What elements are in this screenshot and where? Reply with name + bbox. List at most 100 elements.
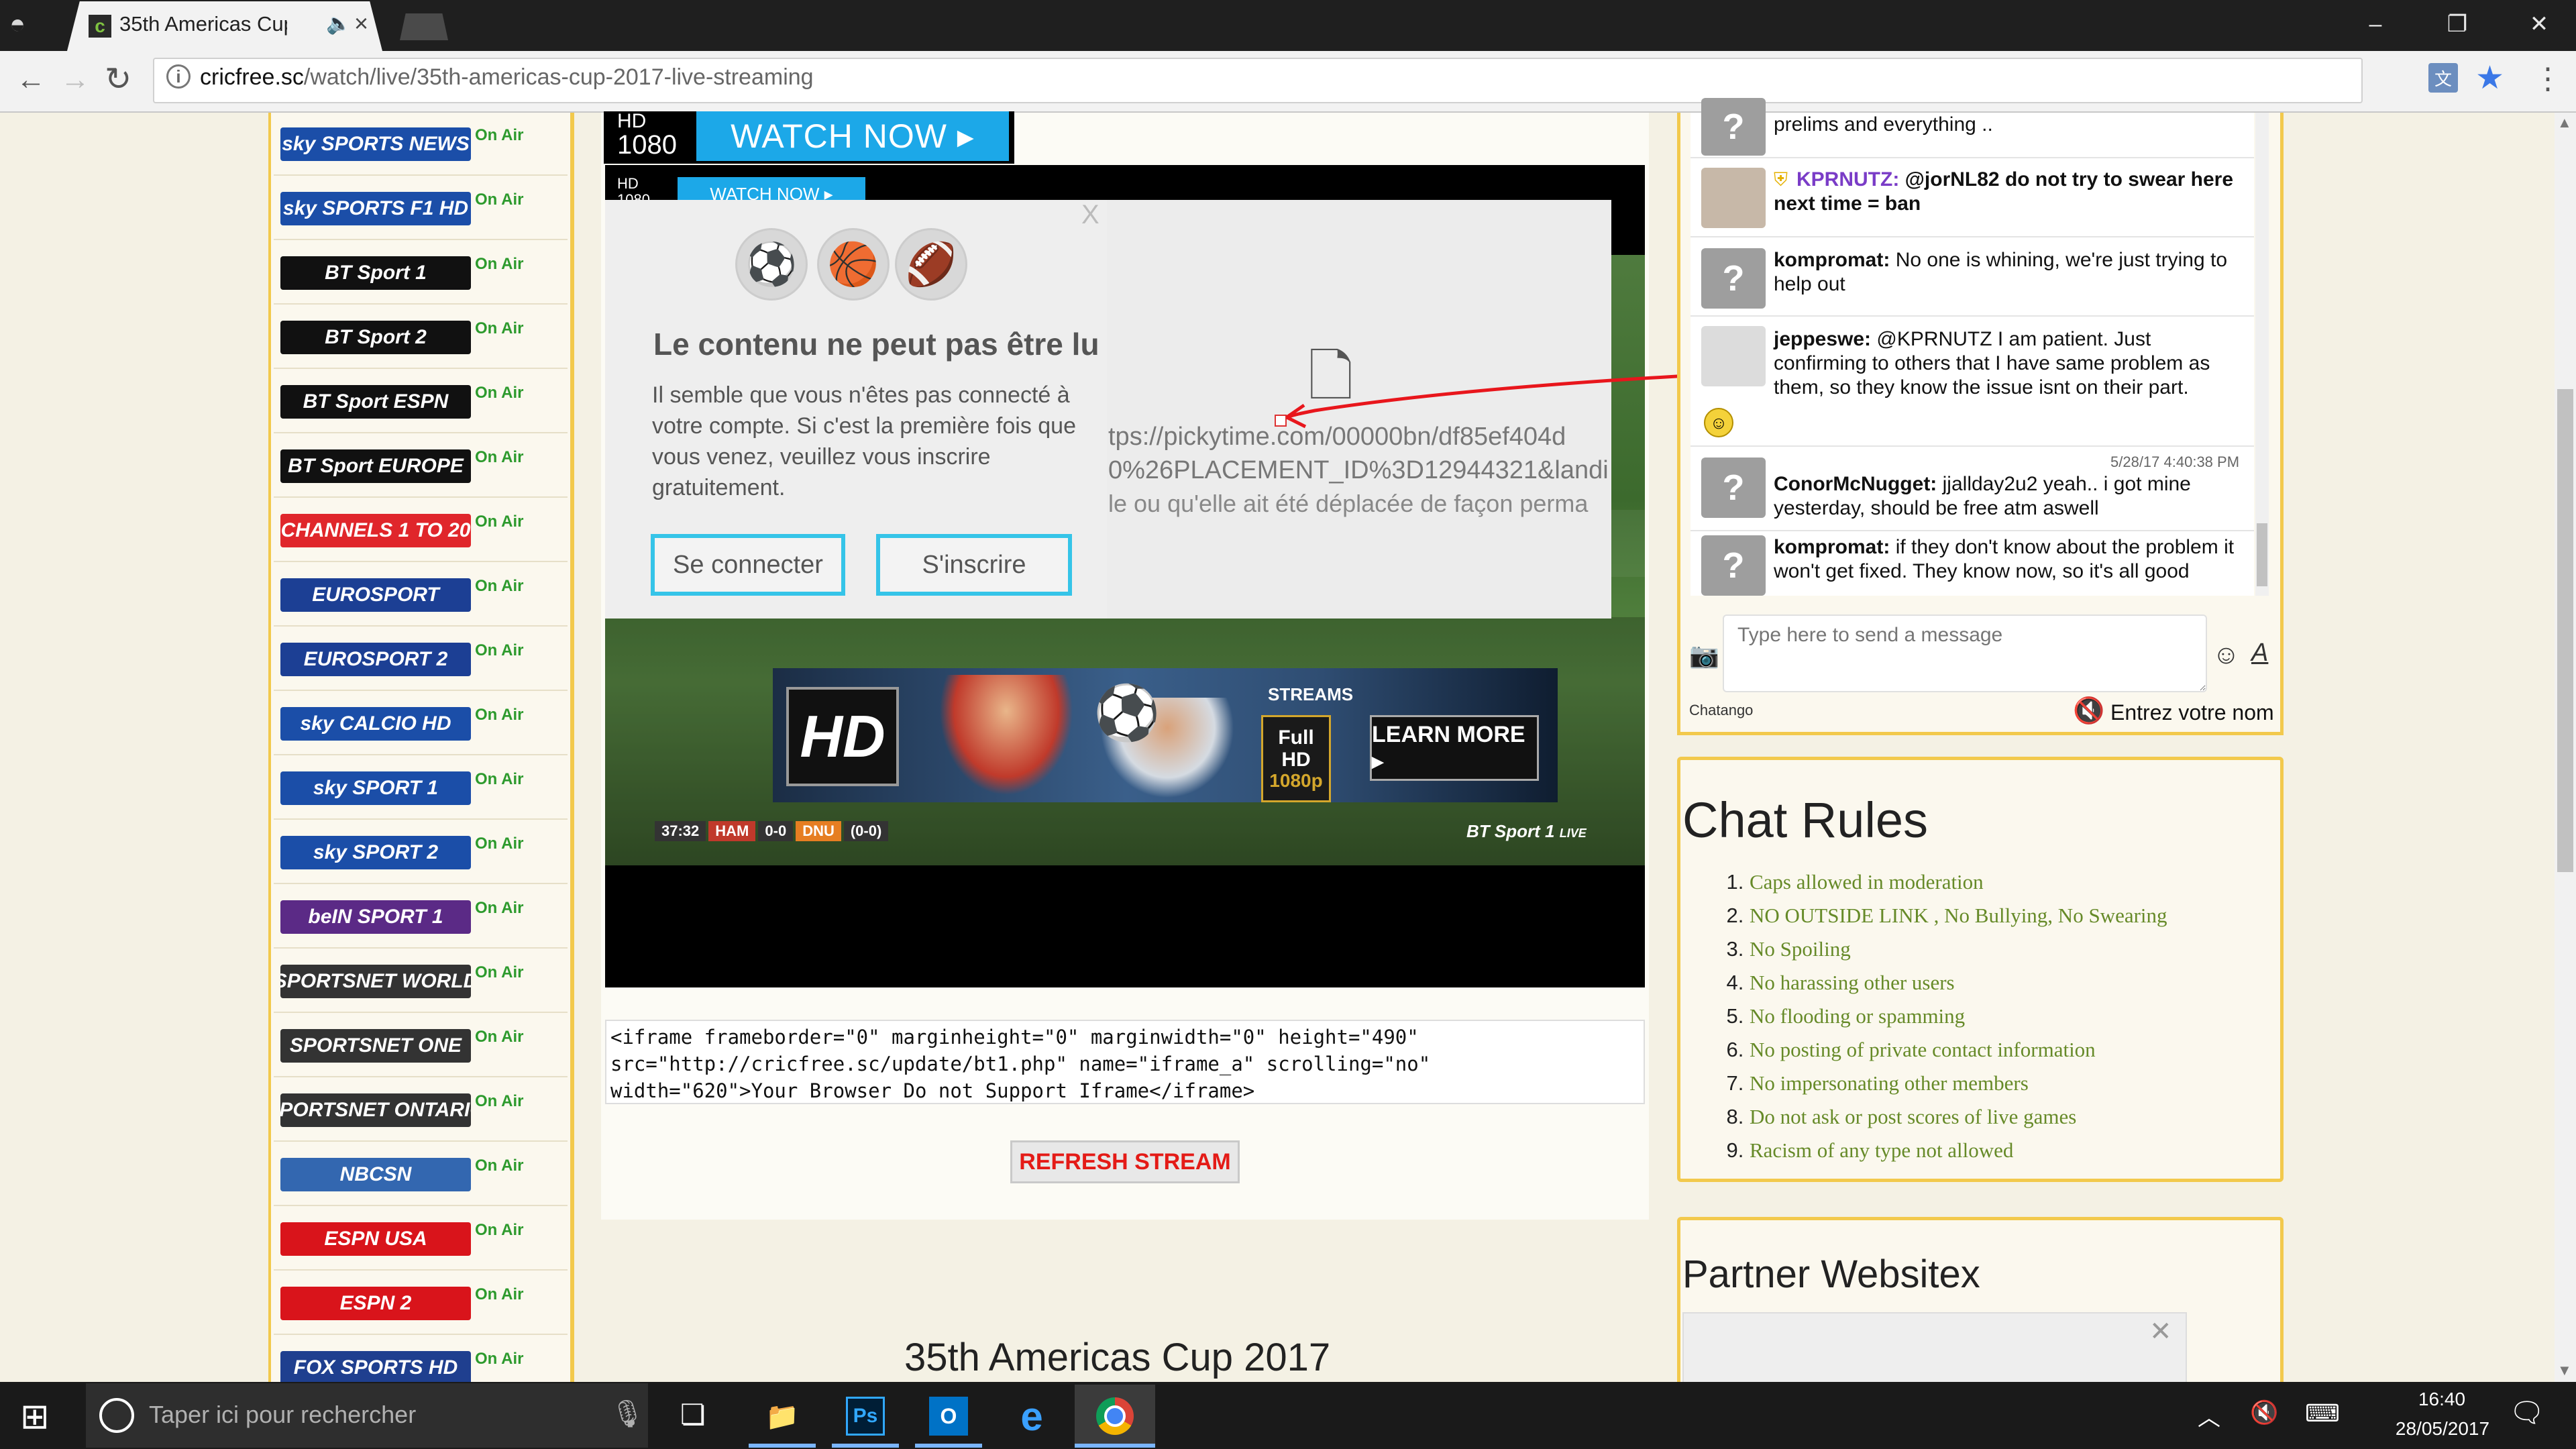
tab-close-icon[interactable]: × bbox=[354, 9, 368, 38]
taskbar-search-placeholder[interactable]: Taper ici pour rechercher bbox=[149, 1401, 416, 1429]
channel-logo[interactable]: EUROSPORT bbox=[280, 578, 471, 612]
file-explorer-icon[interactable]: 📁 bbox=[742, 1385, 822, 1448]
chat-message-input[interactable] bbox=[1723, 614, 2207, 692]
channel-status: On Air bbox=[475, 706, 524, 724]
channel-logo[interactable]: beIN SPORT 1 bbox=[280, 900, 471, 934]
hd-resolution: 1080 bbox=[617, 130, 677, 160]
smiley-emoji-icon: ☺ bbox=[1704, 408, 1733, 437]
outlook-app[interactable]: O bbox=[908, 1385, 989, 1448]
window-minimize-button[interactable]: – bbox=[2345, 4, 2406, 44]
score-bug: 37:32 HAM 0-0 DNU (0-0) bbox=[655, 821, 891, 841]
chat-scrollbar-thumb[interactable] bbox=[2257, 523, 2267, 586]
channel-logo[interactable]: FOX SPORTS HD bbox=[280, 1351, 471, 1385]
enter-name-link[interactable]: Entrez votre nom bbox=[2110, 700, 2274, 725]
user-avatar-photo[interactable] bbox=[1701, 168, 1766, 228]
windows-start-icon[interactable]: ⊞ bbox=[20, 1397, 50, 1437]
chat-provider-brand[interactable]: Chatango bbox=[1689, 702, 1753, 719]
modal-title: Le contenu ne peut pas être lu bbox=[653, 327, 1099, 362]
chat-rules-title: Chat Rules bbox=[1682, 792, 1929, 848]
channel-status: On Air bbox=[475, 577, 524, 595]
user-avatar-icon[interactable]: ? bbox=[1701, 458, 1766, 518]
scroll-down-arrow-icon[interactable]: ▼ bbox=[2557, 1362, 2572, 1379]
user-avatar-icon[interactable]: ? bbox=[1701, 248, 1766, 309]
channel-logo[interactable]: sky SPORTS F1 HD bbox=[280, 192, 471, 225]
channel-logo[interactable]: SPORTSNET ONE bbox=[280, 1029, 471, 1063]
browser-menu-icon[interactable]: ⋮ bbox=[2533, 62, 2563, 96]
microphone-icon[interactable]: 🎙 bbox=[610, 1398, 645, 1430]
chat-username[interactable]: kompromat: bbox=[1774, 536, 1890, 558]
url-text[interactable]: cricfree.sc/watch/live/35th-americas-cup… bbox=[200, 64, 814, 91]
clock-date[interactable]: 28/05/2017 bbox=[2379, 1418, 2506, 1440]
user-avatar-icon[interactable]: ? bbox=[1701, 535, 1766, 596]
channel-status: On Air bbox=[475, 1092, 524, 1110]
channel-logo[interactable]: ESPN USA bbox=[280, 1222, 471, 1256]
channel-logo[interactable]: sky SPORT 1 bbox=[280, 771, 471, 805]
window-close-button[interactable]: ✕ bbox=[2509, 4, 2569, 44]
channel-logo[interactable]: NBCSN bbox=[280, 1158, 471, 1191]
watch-now-button-large[interactable]: WATCH NOW ▸ bbox=[696, 111, 1009, 161]
channel-logo[interactable]: BT Sport 1 bbox=[280, 256, 471, 290]
broadcaster-live: LIVE bbox=[1559, 826, 1587, 840]
back-arrow-icon[interactable]: ← bbox=[16, 63, 46, 97]
basketball-icon: 🏀 bbox=[817, 228, 890, 301]
modal-close-icon[interactable]: X bbox=[1081, 200, 1099, 230]
tab-audio-icon[interactable]: 🔈 bbox=[326, 12, 351, 36]
rule-item: Racism of any type not allowed bbox=[1750, 1134, 2326, 1167]
translate-icon[interactable]: 文 bbox=[2428, 63, 2458, 93]
broken-ad-url: tps://pickytime.com/00000bn/df85ef404d bbox=[1108, 423, 1566, 451]
text-format-button[interactable]: A bbox=[2251, 639, 2268, 667]
channel-logo[interactable]: BT Sport ESPN bbox=[280, 385, 471, 419]
channel-logo[interactable]: EUROSPORT 2 bbox=[280, 643, 471, 676]
task-view-icon[interactable]: ❏ bbox=[680, 1398, 706, 1431]
window-restore-button[interactable]: ❐ bbox=[2427, 4, 2487, 44]
channel-logo[interactable]: SPORTSNET ONTARIO bbox=[280, 1093, 471, 1127]
action-center-icon[interactable]: 🗨 bbox=[2509, 1397, 2544, 1430]
site-info-icon[interactable]: i bbox=[166, 64, 191, 89]
app-active-indicator bbox=[1075, 1444, 1155, 1448]
emoji-picker-icon[interactable]: ☺ bbox=[2212, 640, 2240, 670]
edge-browser-icon[interactable]: e bbox=[991, 1385, 1072, 1448]
chat-username-moderator[interactable]: KPRNUTZ: bbox=[1796, 168, 1899, 191]
chat-username[interactable]: ConorMcNugget: bbox=[1774, 473, 1937, 495]
channel-status: On Air bbox=[475, 1028, 524, 1046]
channel-status: On Air bbox=[475, 1157, 524, 1175]
page-scrollbar-thumb[interactable] bbox=[2557, 389, 2573, 872]
camera-icon[interactable]: 📷 bbox=[1689, 641, 1719, 669]
channel-logo[interactable]: sky SPORT 2 bbox=[280, 836, 471, 869]
volume-muted-icon[interactable]: 🔇 bbox=[2250, 1399, 2278, 1426]
chat-username[interactable]: jeppeswe: bbox=[1774, 328, 1871, 350]
tab-title[interactable]: 35th Americas Cup 20 bbox=[119, 12, 287, 39]
login-button[interactable]: Se connecter bbox=[651, 534, 845, 596]
signup-button[interactable]: S'inscrire bbox=[876, 534, 1072, 596]
channel-logo[interactable]: SPORTSNET WORLD bbox=[280, 965, 471, 998]
clock-time[interactable]: 16:40 bbox=[2402, 1389, 2482, 1410]
tray-overflow-chevron-icon[interactable]: ︿ bbox=[2198, 1399, 2220, 1432]
learn-more-button[interactable]: LEARN MORE ▸ bbox=[1370, 715, 1539, 781]
chat-username[interactable]: kompromat: bbox=[1774, 249, 1890, 271]
channel-logo[interactable]: sky SPORTS NEWS bbox=[280, 127, 471, 161]
broken-ad-frame bbox=[1107, 200, 1611, 619]
hd-badge-large: HD 1080 bbox=[617, 111, 691, 160]
reload-icon[interactable]: ↻ bbox=[105, 60, 131, 98]
embed-code-text[interactable]: <iframe frameborder="0" marginheight="0"… bbox=[610, 1024, 1641, 1104]
cortana-circle-icon[interactable] bbox=[99, 1398, 134, 1433]
user-avatar-photo[interactable] bbox=[1701, 326, 1766, 386]
touch-keyboard-icon[interactable]: ⌨ bbox=[2305, 1399, 2340, 1428]
bookmark-star-icon[interactable]: ★ bbox=[2475, 59, 2504, 97]
outlook-icon: O bbox=[929, 1397, 968, 1436]
forward-arrow-icon[interactable]: → bbox=[60, 63, 90, 97]
photoshop-app[interactable]: Ps bbox=[825, 1385, 906, 1448]
new-tab-button[interactable] bbox=[400, 13, 448, 40]
channel-logo[interactable]: CHANNELS 1 TO 20 bbox=[280, 514, 471, 547]
channel-logo[interactable]: sky CALCIO HD bbox=[280, 707, 471, 741]
chrome-app[interactable] bbox=[1075, 1385, 1155, 1448]
user-avatar-icon[interactable]: ? bbox=[1701, 98, 1766, 156]
scroll-up-arrow-icon[interactable]: ▲ bbox=[2557, 114, 2572, 131]
channel-logo[interactable]: BT Sport EUROPE bbox=[280, 449, 471, 483]
partner-ad-close-icon[interactable]: ✕ bbox=[2149, 1316, 2172, 1347]
channel-logo[interactable]: BT Sport 2 bbox=[280, 321, 471, 354]
partner-ad-frame[interactable] bbox=[1682, 1312, 2187, 1393]
mute-speaker-icon[interactable]: 🔇 bbox=[2073, 696, 2104, 726]
channel-logo[interactable]: ESPN 2 bbox=[280, 1287, 471, 1320]
refresh-stream-button[interactable]: REFRESH STREAM bbox=[1010, 1140, 1240, 1183]
